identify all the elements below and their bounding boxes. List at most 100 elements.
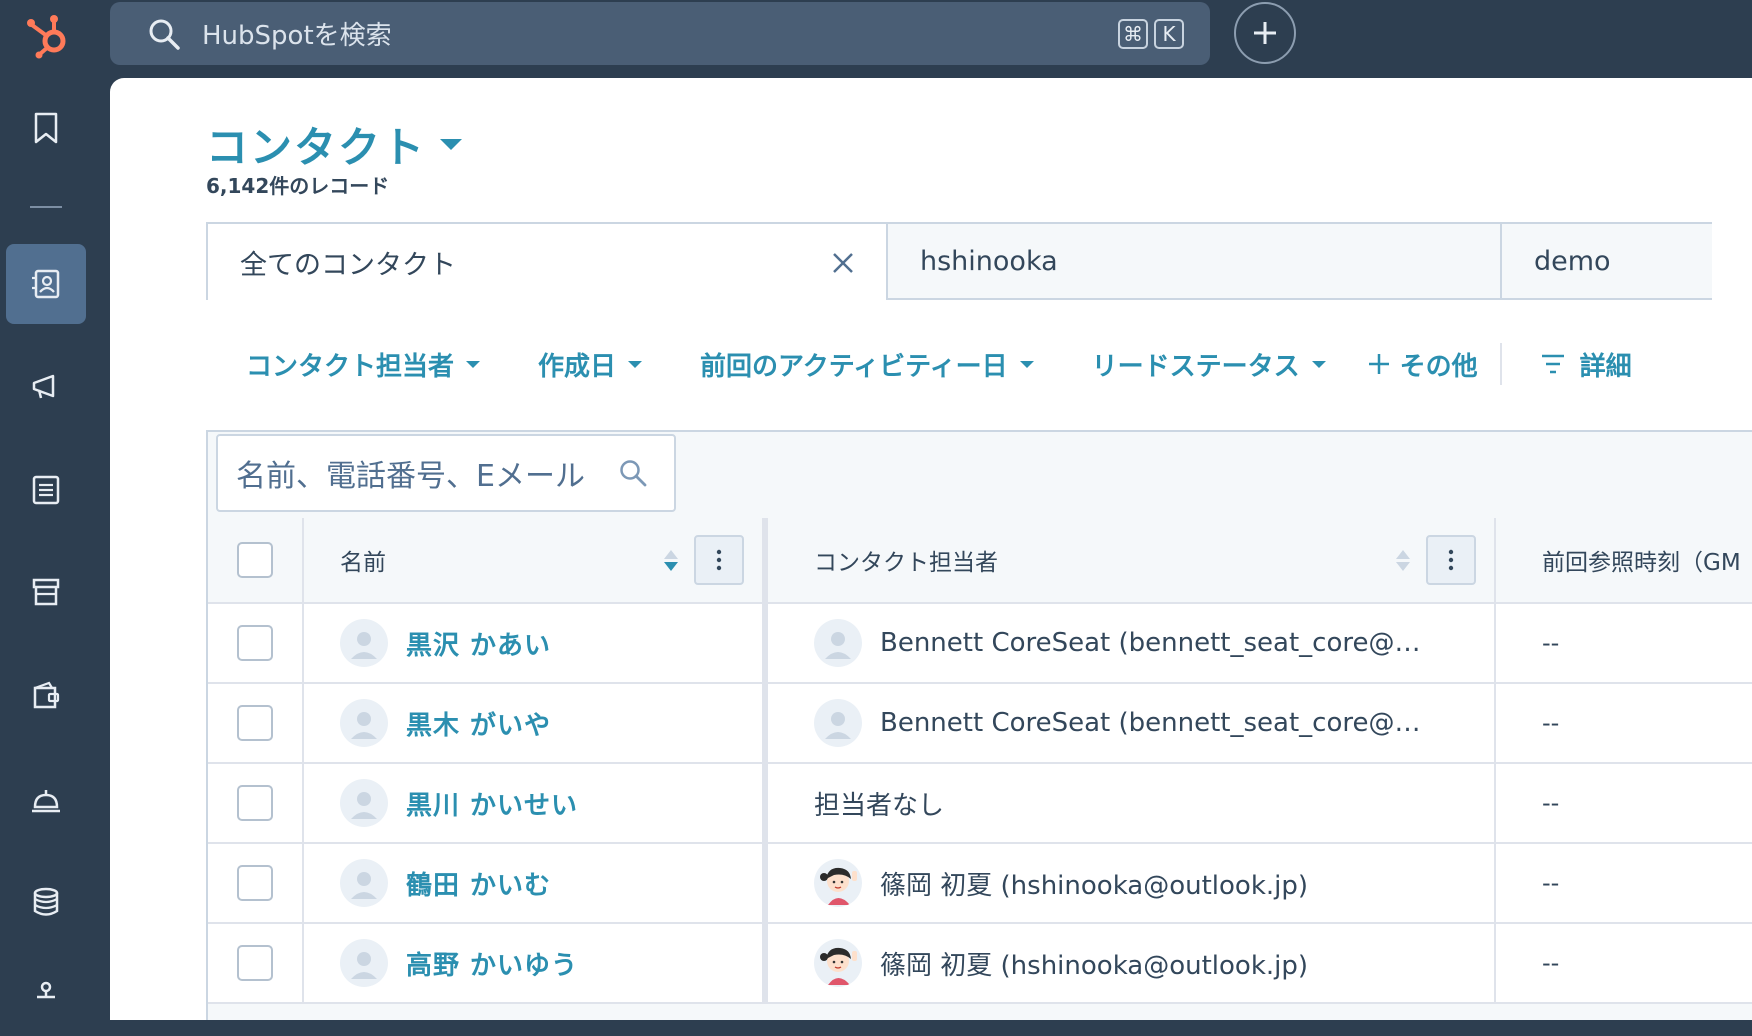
plus-icon [1254, 22, 1276, 44]
filter-create-date[interactable]: 作成日 [538, 346, 643, 383]
sales-wallet-icon[interactable] [6, 656, 86, 736]
last-viewed-cell: -- [1496, 764, 1752, 844]
contact-name-link[interactable]: 鶴田 かいむ [406, 865, 551, 902]
plus-icon [1368, 354, 1389, 374]
more-filters-button[interactable]: その他 [1366, 346, 1478, 383]
create-new-button[interactable] [1234, 2, 1296, 64]
filter-label: 前回のアクティビティー日 [700, 351, 1008, 382]
avatar-placeholder-icon [814, 619, 862, 667]
more-vertical-icon [716, 549, 722, 571]
contact-name-link[interactable]: 高野 かいゆう [406, 945, 578, 982]
avatar-placeholder-icon [814, 699, 862, 747]
last-viewed-value: -- [1542, 869, 1560, 897]
page-title: コンタクト [206, 123, 427, 172]
data-database-icon[interactable] [6, 862, 86, 942]
name-cell: 黒川 かいせい [304, 764, 768, 844]
advanced-filters-button[interactable]: 詳細 [1540, 346, 1632, 383]
row-checkbox[interactable] [237, 705, 273, 741]
bookmark-icon[interactable] [6, 88, 86, 168]
column-header-label: コンタクト担当者 [814, 550, 998, 576]
contacts-icon[interactable] [6, 244, 86, 324]
avatar-placeholder-icon [340, 699, 388, 747]
owner-cell: 担当者なし [768, 764, 1496, 844]
owner-cell: Bennett CoreSeat (bennett_seat_core@… [768, 604, 1496, 684]
automation-icon[interactable] [6, 956, 86, 1036]
filter-label: リードステータス [1091, 351, 1300, 382]
tab-all-contacts[interactable]: 全てのコンタクト [206, 222, 888, 300]
sort-icon[interactable] [664, 549, 678, 571]
name-cell: 黒沢 かあい [304, 604, 768, 684]
column-header-label: 名前 [340, 550, 386, 576]
quick-filters: コンタクト担当者 作成日 前回のアクティビティー日 リードステータス その他 詳… [246, 342, 1690, 386]
sort-icon[interactable] [1396, 549, 1410, 571]
table-search-input[interactable]: 名前、電話番号、Eメール [216, 434, 676, 512]
filter-label: 作成日 [538, 351, 617, 382]
table-row[interactable]: 高野 かいゆう 篠岡 初夏 (hshinooka@outlook.jp) -- [208, 924, 1752, 1004]
column-header-last-viewed[interactable]: 前回参照時刻（GM [1496, 518, 1752, 604]
table-row[interactable]: 鶴田 かいむ 篠岡 初夏 (hshinooka@outlook.jp) -- [208, 844, 1752, 924]
table-row[interactable]: 黒木 がいや Bennett CoreSeat (bennett_seat_cor… [208, 684, 1752, 764]
filter-label: コンタクト担当者 [246, 351, 455, 382]
row-select-cell [208, 844, 304, 924]
contact-name-link[interactable]: 黒川 かいせい [406, 785, 578, 822]
search-icon [149, 19, 180, 50]
filter-lead-status[interactable]: リードステータス [1092, 346, 1326, 383]
row-select-cell [208, 764, 304, 844]
chevron-down-icon [440, 139, 463, 150]
marketing-megaphone-icon[interactable] [6, 346, 86, 426]
table-header-row: 名前 コンタクト担当者 前回参照時刻（GM [208, 518, 1752, 604]
last-viewed-value: -- [1542, 789, 1560, 817]
last-viewed-value: -- [1542, 709, 1560, 737]
global-search-placeholder: HubSpotを検索 [202, 21, 392, 51]
avatar-placeholder-icon [340, 939, 388, 987]
select-all-cell [208, 518, 304, 604]
close-icon[interactable] [830, 250, 856, 276]
row-checkbox[interactable] [237, 945, 273, 981]
last-viewed-cell: -- [1496, 604, 1752, 684]
tab-hshinooka[interactable]: hshinooka [888, 222, 1502, 300]
global-search-input[interactable]: HubSpotを検索 ⌘ K [110, 2, 1210, 65]
name-cell: 黒木 がいや [304, 684, 768, 764]
owner-value: 担当者なし [814, 790, 945, 821]
search-icon [620, 460, 647, 487]
row-checkbox[interactable] [237, 625, 273, 661]
tab-label: hshinooka [920, 245, 1058, 277]
row-checkbox[interactable] [237, 785, 273, 821]
row-checkbox[interactable] [237, 865, 273, 901]
chevron-down-icon [1019, 360, 1034, 368]
owner-value: Bennett CoreSeat (bennett_seat_core@… [880, 628, 1421, 658]
contact-name-link[interactable]: 黒沢 かあい [406, 625, 551, 662]
row-select-cell [208, 684, 304, 764]
chevron-down-icon [628, 360, 643, 368]
table-row[interactable]: 黒沢 かあい Bennett CoreSeat (bennett_seat_cor… [208, 604, 1752, 684]
owner-cell: Bennett CoreSeat (bennett_seat_core@… [768, 684, 1496, 764]
filter-contact-owner[interactable]: コンタクト担当者 [246, 346, 481, 383]
service-bell-icon[interactable] [6, 760, 86, 840]
column-header-name[interactable]: 名前 [304, 518, 768, 604]
column-header-owner[interactable]: コンタクト担当者 [768, 518, 1496, 604]
commerce-icon[interactable] [6, 552, 86, 632]
last-viewed-cell: -- [1496, 844, 1752, 924]
tab-label: demo [1534, 245, 1611, 277]
hubspot-logo-icon[interactable] [20, 8, 76, 64]
select-all-checkbox[interactable] [237, 542, 273, 578]
more-filters-label: その他 [1399, 351, 1478, 382]
table-row[interactable]: 黒川 かいせい 担当者なし -- [208, 764, 1752, 844]
shortcut-key-cmd: ⌘ [1118, 18, 1148, 49]
column-options-button[interactable] [1426, 535, 1476, 585]
name-cell: 鶴田 かいむ [304, 844, 768, 924]
avatar-placeholder-icon [340, 779, 388, 827]
advanced-filters-label: 詳細 [1579, 351, 1632, 382]
last-viewed-value: -- [1542, 949, 1560, 977]
column-header-label: 前回参照時刻（GM [1542, 550, 1741, 576]
filter-last-activity-date[interactable]: 前回のアクティビティー日 [700, 346, 1034, 383]
tab-demo[interactable]: demo [1502, 222, 1712, 300]
object-switcher[interactable]: コンタクト [206, 114, 463, 175]
column-options-button[interactable] [694, 535, 744, 585]
avatar-placeholder-icon [340, 619, 388, 667]
shortcut-key-k: K [1154, 18, 1184, 49]
filter-divider [1499, 343, 1502, 385]
contact-name-link[interactable]: 黒木 がいや [406, 705, 551, 742]
name-cell: 高野 かいゆう [304, 924, 768, 1004]
content-icon[interactable] [6, 450, 86, 530]
